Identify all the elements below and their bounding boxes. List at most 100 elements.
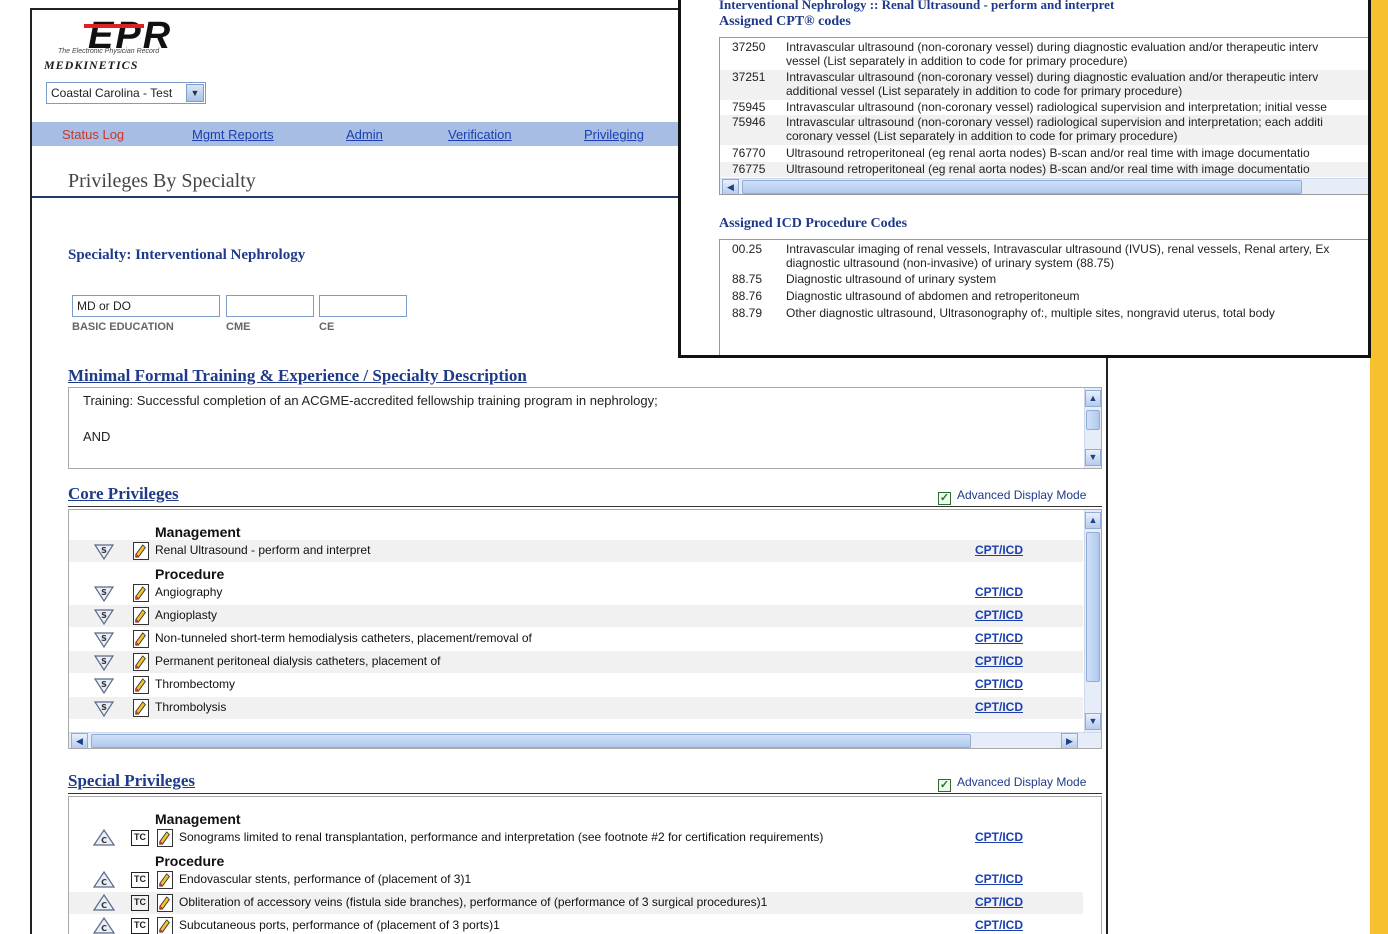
title-divider (32, 196, 682, 198)
cpt-icd-link[interactable]: CPT/ICD (975, 608, 1023, 622)
supervision-s-icon: S (93, 544, 115, 560)
cpt-icd-link[interactable]: CPT/ICD (975, 585, 1023, 599)
cpt-icd-link[interactable]: CPT/ICD (975, 631, 1023, 645)
code-description: Intravascular ultrasound (non-coronary v… (786, 40, 1319, 68)
svg-text:S: S (101, 546, 107, 555)
cme-label: CME (226, 321, 251, 333)
cpt-code-row[interactable]: 76770 Ultrasound retroperitoneal (eg ren… (720, 146, 1368, 161)
nav-verification[interactable]: Verification (448, 127, 512, 142)
core-privileges-heading[interactable]: Core Privileges (68, 484, 179, 504)
cpt-icd-link[interactable]: CPT/ICD (975, 830, 1023, 844)
competency-c-icon: C (93, 894, 115, 911)
training-scrollbar[interactable]: ▲ ▼ (1084, 388, 1101, 468)
pencil-edit-icon[interactable] (157, 894, 173, 912)
pencil-edit-icon[interactable] (157, 829, 173, 847)
core-privilege-row[interactable]: S Non-tunneled short-term hemodialysis c… (69, 628, 1083, 650)
core-privilege-row[interactable]: S Angioplasty CPT/ICD (69, 605, 1083, 627)
pencil-edit-icon[interactable] (133, 653, 149, 671)
special-advanced-display-toggle[interactable]: ✓ Advanced Display Mode (938, 775, 1086, 792)
cpt-icd-link[interactable]: CPT/ICD (975, 918, 1023, 932)
pencil-edit-icon[interactable] (133, 542, 149, 560)
cpt-icd-link[interactable]: CPT/ICD (975, 895, 1023, 909)
checkbox-checked-icon[interactable]: ✓ (938, 492, 951, 505)
chevron-down-icon[interactable]: ▼ (186, 84, 204, 102)
special-privileges-heading[interactable]: Special Privileges (68, 771, 195, 791)
supervision-s-icon: S (93, 701, 115, 717)
code-description: Diagnostic ultrasound of urinary system (786, 272, 997, 286)
core-privilege-row[interactable]: S Renal Ultrasound - perform and interpr… (69, 540, 1083, 562)
nav-bar: Status Log Mgmt Reports Admin Verificati… (32, 122, 680, 146)
nav-status-log[interactable]: Status Log (62, 127, 124, 142)
cpt-icd-link[interactable]: CPT/ICD (975, 677, 1023, 691)
cpt-code-row[interactable]: 76775 Ultrasound retroperitoneal (eg ren… (720, 162, 1368, 177)
core-privilege-row[interactable]: S Permanent peritoneal dialysis catheter… (69, 651, 1083, 673)
code-description: Other diagnostic ultrasound, Ultrasonogr… (786, 306, 1275, 320)
cpt-horizontal-scrollbar[interactable]: ◀ (720, 178, 1368, 194)
scroll-up-icon[interactable]: ▲ (1085, 512, 1101, 529)
pencil-edit-icon[interactable] (157, 871, 173, 889)
supervision-s-icon: S (93, 678, 115, 694)
cpt-icd-link[interactable]: CPT/ICD (975, 700, 1023, 714)
core-privilege-row[interactable]: S Thrombectomy CPT/ICD (69, 674, 1083, 696)
cpt-code-row[interactable]: 75945 Intravascular ultrasound (non-coro… (720, 100, 1368, 114)
basic-education-field[interactable]: MD or DO (72, 295, 220, 317)
scroll-thumb[interactable] (1086, 410, 1100, 430)
icd-code-row[interactable]: 88.76 Diagnostic ultrasound of abdomen a… (720, 289, 1368, 304)
cpt-icd-link[interactable]: CPT/ICD (975, 543, 1023, 557)
cpt-code-row[interactable]: 37251 Intravascular ultrasound (non-coro… (720, 70, 1368, 100)
icd-code-row[interactable]: 88.79 Other diagnostic ultrasound, Ultra… (720, 306, 1368, 321)
pencil-edit-icon[interactable] (133, 584, 149, 602)
organization-select[interactable]: Coastal Carolina - Test ▼ (46, 82, 206, 104)
scroll-down-icon[interactable]: ▼ (1085, 449, 1101, 466)
cme-field[interactable] (226, 295, 314, 317)
nav-mgmt-reports[interactable]: Mgmt Reports (192, 127, 274, 142)
supervision-s-icon: S (93, 609, 115, 625)
scroll-left-icon[interactable]: ◀ (71, 733, 88, 748)
pencil-edit-icon[interactable] (133, 699, 149, 717)
logo-subtitle: The Electronic Physician Record (58, 48, 160, 55)
code-number: 88.76 (732, 289, 763, 303)
nav-privileging[interactable]: Privileging (584, 127, 644, 142)
code-description: Intravascular imaging of renal vessels, … (786, 242, 1330, 270)
scroll-thumb[interactable] (742, 180, 1302, 194)
cpt-code-row[interactable]: 37250 Intravascular ultrasound (non-coro… (720, 40, 1368, 70)
svg-text:C: C (101, 836, 107, 845)
scroll-up-icon[interactable]: ▲ (1085, 390, 1101, 407)
core-privilege-row[interactable]: S Thrombolysis CPT/ICD (69, 697, 1083, 719)
core-privilege-row[interactable]: S Angiography CPT/ICD (69, 582, 1083, 604)
scroll-thumb[interactable] (91, 734, 971, 748)
special-privilege-row[interactable]: C TC Sonograms limited to renal transpla… (69, 827, 1083, 849)
cpt-code-row[interactable]: 75946 Intravascular ultrasound (non-coro… (720, 115, 1368, 145)
cpt-icd-link[interactable]: CPT/ICD (975, 654, 1023, 668)
scroll-left-icon[interactable]: ◀ (722, 179, 739, 194)
pencil-edit-icon[interactable] (157, 917, 173, 934)
checkbox-checked-icon[interactable]: ✓ (938, 779, 951, 792)
core-advanced-display-label: Advanced Display Mode (957, 488, 1087, 502)
cpt-icd-link[interactable]: CPT/ICD (975, 872, 1023, 886)
special-privilege-row[interactable]: C TC Endovascular stents, performance of… (69, 869, 1083, 891)
special-privilege-row[interactable]: C TC Subcutaneous ports, performance of … (69, 915, 1083, 934)
pencil-edit-icon[interactable] (133, 630, 149, 648)
supervision-s-icon: S (93, 586, 115, 602)
core-group-management: Management (155, 524, 241, 540)
pencil-edit-icon[interactable] (133, 676, 149, 694)
pencil-edit-icon[interactable] (133, 607, 149, 625)
icd-code-row[interactable]: 88.75 Diagnostic ultrasound of urinary s… (720, 272, 1368, 287)
ce-label: CE (319, 321, 335, 333)
training-heading[interactable]: Minimal Formal Training & Experience / S… (68, 366, 527, 386)
training-description-box[interactable]: Training: Successful completion of an AC… (68, 387, 1102, 469)
code-number: 88.75 (732, 272, 763, 286)
special-privilege-row[interactable]: C TC Obliteration of accessory veins (fi… (69, 892, 1083, 914)
code-description: Intravascular ultrasound (non-coronary v… (786, 100, 1327, 114)
core-advanced-display-toggle[interactable]: ✓ Advanced Display Mode (938, 488, 1086, 505)
scroll-right-icon[interactable]: ▶ (1061, 733, 1078, 748)
scroll-thumb[interactable] (1086, 532, 1100, 682)
special-group-procedure: Procedure (155, 853, 225, 869)
icd-code-row[interactable]: 00.25 Intravascular imaging of renal ves… (720, 242, 1368, 272)
scroll-down-icon[interactable]: ▼ (1085, 713, 1101, 730)
ce-field[interactable] (319, 295, 407, 317)
training-line-1: Training: Successful completion of an AC… (83, 393, 658, 408)
core-horizontal-scrollbar[interactable]: ◀ ▶ (69, 732, 1101, 748)
core-vertical-scrollbar[interactable]: ▲ ▼ (1084, 510, 1101, 732)
nav-admin[interactable]: Admin (346, 127, 383, 142)
